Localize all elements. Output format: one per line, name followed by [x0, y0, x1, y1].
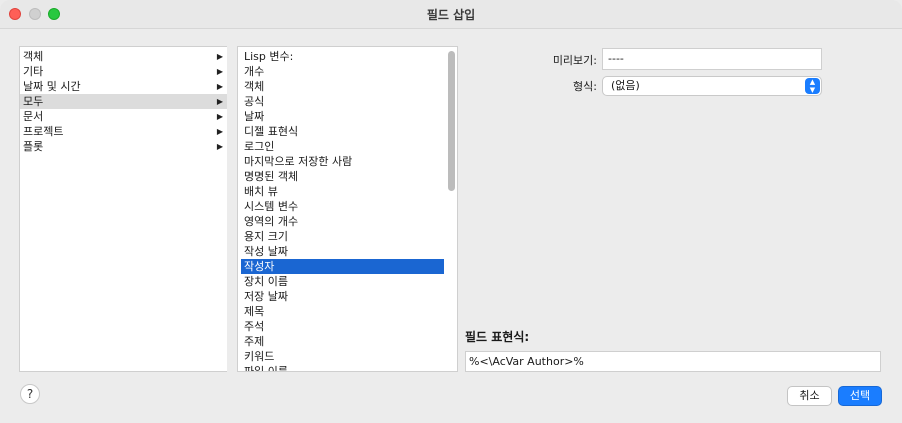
field-item[interactable]: 제목 — [241, 304, 444, 319]
field-item[interactable]: 디젤 표현식 — [241, 124, 444, 139]
submenu-arrow-icon: ▶ — [216, 82, 223, 91]
field-item[interactable]: 마지막으로 저장한 사람 — [241, 154, 444, 169]
field-item[interactable]: 용지 크기 — [241, 229, 444, 244]
field-item[interactable]: 주제 — [241, 334, 444, 349]
submenu-arrow-icon: ▶ — [216, 127, 223, 136]
field-item[interactable]: 명명된 객체 — [241, 169, 444, 184]
field-list-scrollbar[interactable] — [448, 51, 455, 191]
category-item[interactable]: 프로젝트 ▶ — [20, 124, 227, 139]
field-item[interactable]: 개수 — [241, 64, 444, 79]
field-item[interactable]: 공식 — [241, 94, 444, 109]
format-select[interactable]: (없음) ▲ ▼ — [602, 76, 822, 96]
field-item[interactable]: 로그인 — [241, 139, 444, 154]
window-title: 필드 삽입 — [426, 8, 476, 22]
field-item[interactable]: 시스템 변수 — [241, 199, 444, 214]
category-item-label: 모두 — [23, 95, 44, 108]
select-button[interactable]: 선택 — [838, 386, 882, 406]
format-label: 형식: — [573, 80, 597, 93]
field-item[interactable]: 주석 — [241, 319, 444, 334]
category-item-label: 기타 — [23, 65, 44, 78]
format-select-value: (없음) — [611, 79, 640, 92]
preview-label: 미리보기: — [552, 54, 597, 67]
category-item[interactable]: 플롯 ▶ — [20, 139, 227, 154]
category-item[interactable]: 객체 ▶ — [20, 49, 227, 64]
field-item[interactable]: 파일 이름 — [241, 364, 444, 371]
insert-field-dialog: 필드 삽입 객체 ▶ 기타 ▶ 날짜 및 시간 ▶ 모두 ▶ 문서 ▶ 프로젝트 ▶ 플롯 ▶ 파일 이름… — [0, 0, 902, 423]
field-item[interactable]: 날짜 — [241, 109, 444, 124]
submenu-arrow-icon: ▶ — [216, 52, 223, 61]
submenu-arrow-icon: ▶ — [216, 97, 223, 106]
category-item-label: 프로젝트 — [23, 125, 64, 138]
field-item[interactable]: 저장 날짜 — [241, 289, 444, 304]
field-item[interactable]: Lisp 변수: — [241, 49, 444, 64]
field-item[interactable]: 객체 — [241, 79, 444, 94]
category-item-label: 플롯 — [23, 140, 44, 153]
cancel-button[interactable]: 취소 — [787, 386, 832, 406]
category-item[interactable]: 모두 ▶ — [20, 94, 227, 109]
category-item-label: 날짜 및 시간 — [23, 80, 81, 93]
field-item[interactable]: 배치 뷰 — [241, 184, 444, 199]
field-expression-field[interactable]: %<\AcVar Author>% — [465, 351, 881, 372]
up-down-chevron-icon: ▲ ▼ — [805, 78, 820, 94]
field-item[interactable]: 장치 이름 — [241, 274, 444, 289]
field-name-list[interactable]: 파일 이름 키워드 주제 주석 제목 저장 날짜 장치 이름 작성자 작성 날짜 용지 크기 영역의… — [237, 46, 458, 372]
category-item-label: 문서 — [23, 110, 44, 123]
category-item[interactable]: 기타 ▶ — [20, 64, 227, 79]
category-item[interactable]: 문서 ▶ — [20, 109, 227, 124]
preview-field: ---- — [602, 48, 822, 70]
title-bar: 필드 삽입 — [0, 0, 902, 29]
field-expression-label: 필드 표현식: — [465, 330, 530, 344]
help-button[interactable]: ? — [20, 384, 40, 404]
submenu-arrow-icon: ▶ — [216, 142, 223, 151]
category-item[interactable]: 날짜 및 시간 ▶ — [20, 79, 227, 94]
field-item[interactable]: 작성자 — [241, 259, 444, 274]
field-category-list[interactable]: 객체 ▶ 기타 ▶ 날짜 및 시간 ▶ 모두 ▶ 문서 ▶ 프로젝트 ▶ 플롯 ▶ — [19, 46, 227, 372]
field-item[interactable]: 키워드 — [241, 349, 444, 364]
submenu-arrow-icon: ▶ — [216, 112, 223, 121]
category-item-label: 객체 — [23, 50, 44, 63]
submenu-arrow-icon: ▶ — [216, 67, 223, 76]
field-item[interactable]: 영역의 개수 — [241, 214, 444, 229]
field-item[interactable]: 작성 날짜 — [241, 244, 444, 259]
